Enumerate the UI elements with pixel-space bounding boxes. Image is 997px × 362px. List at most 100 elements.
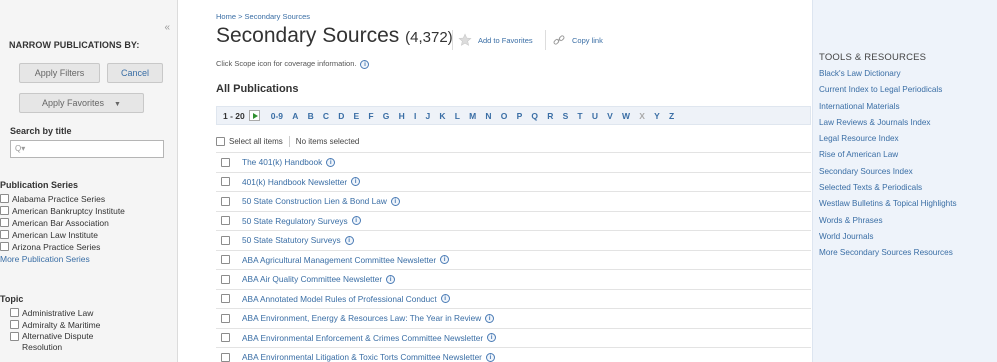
filter-checkbox[interactable] (0, 194, 9, 203)
row-checkbox[interactable] (221, 157, 230, 167)
publication-title-link[interactable]: ABA Air Quality Committee Newsletter (242, 274, 382, 284)
more-publication-series-link[interactable]: More Publication Series (0, 253, 170, 265)
info-icon[interactable]: i (386, 274, 396, 284)
tool-link[interactable]: Selected Texts & Periodicals (819, 183, 991, 194)
apply-favorites-dropdown[interactable]: Apply Favorites ▼ (19, 93, 144, 113)
info-icon[interactable]: i (390, 196, 400, 206)
copy-link-button[interactable]: Copy link (572, 36, 603, 45)
info-icon[interactable]: i (344, 235, 354, 245)
row-checkbox[interactable] (221, 235, 230, 245)
row-checkbox[interactable] (221, 216, 230, 226)
row-checkbox[interactable] (221, 196, 230, 206)
tool-link[interactable]: Westlaw Bulletins & Topical Highlights (819, 199, 991, 210)
tool-link[interactable]: Rise of American Law (819, 150, 991, 161)
info-icon[interactable]: i (485, 352, 495, 362)
publication-title-link[interactable]: The 401(k) Handbook (242, 157, 322, 167)
letter-filter-link[interactable]: Y (654, 111, 660, 121)
letter-filter-link[interactable]: O (501, 111, 508, 121)
letter-filter-link[interactable]: I (414, 111, 416, 121)
publication-title-link[interactable]: 401(k) Handbook Newsletter (242, 177, 347, 187)
info-icon[interactable]: i (440, 255, 450, 265)
publication-title-link[interactable]: ABA Annotated Model Rules of Professiona… (242, 294, 437, 304)
letter-filter-link[interactable]: T (577, 111, 582, 121)
tool-link[interactable]: World Journals (819, 232, 991, 243)
publication-title-link[interactable]: 50 State Statutory Surveys (242, 235, 341, 245)
filter-item-topic[interactable]: Admiralty & Maritime (0, 319, 170, 331)
letter-filter-link[interactable]: G (383, 111, 390, 121)
letter-filter-link[interactable]: U (592, 111, 598, 121)
tool-link[interactable]: Words & Phrases (819, 216, 991, 227)
letter-filter-link[interactable]: W (622, 111, 630, 121)
letter-filter-link[interactable]: F (368, 111, 373, 121)
link-icon[interactable] (552, 33, 566, 47)
filter-checkbox[interactable] (10, 308, 19, 317)
tool-link[interactable]: More Secondary Sources Resources (819, 248, 991, 259)
info-icon[interactable]: i (351, 177, 361, 187)
letter-filter-link[interactable]: D (338, 111, 344, 121)
letter-filter-link[interactable]: M (469, 111, 476, 121)
filter-checkbox[interactable] (10, 320, 19, 329)
filter-item-publication-series[interactable]: Arizona Practice Series (0, 241, 170, 253)
filter-item-topic[interactable]: Administrative Law (0, 307, 170, 319)
row-checkbox[interactable] (221, 294, 230, 304)
filter-checkbox[interactable] (0, 242, 9, 251)
filter-checkbox[interactable] (10, 332, 19, 341)
tool-link[interactable]: Black's Law Dictionary (819, 69, 991, 80)
publication-title-link[interactable]: 50 State Regulatory Surveys (242, 216, 348, 226)
info-icon[interactable]: i (326, 157, 336, 167)
tool-link[interactable]: Current Index to Legal Periodicals (819, 85, 991, 96)
tool-link[interactable]: International Materials (819, 102, 991, 113)
info-icon[interactable]: i (351, 216, 361, 226)
tool-link[interactable]: Secondary Sources Index (819, 167, 991, 178)
filter-item-publication-series[interactable]: American Bar Association (0, 217, 170, 229)
collapse-sidebar-icon[interactable]: « (164, 22, 170, 33)
letter-filter-link[interactable]: E (354, 111, 360, 121)
row-checkbox[interactable] (221, 255, 230, 265)
info-icon[interactable]: i (487, 333, 497, 343)
publication-title-link[interactable]: ABA Agricultural Management Committee Ne… (242, 255, 436, 265)
letter-filter-link[interactable]: C (323, 111, 329, 121)
letter-filter-link[interactable]: R (547, 111, 553, 121)
letter-filter-link[interactable]: H (399, 111, 405, 121)
filter-item-topic[interactable]: Alternative Dispute Resolution (0, 331, 170, 355)
letter-filter-link[interactable]: J (426, 111, 431, 121)
publication-title-link[interactable]: ABA Environmental Litigation & Toxic Tor… (242, 352, 482, 362)
filter-checkbox[interactable] (0, 206, 9, 215)
breadcrumb[interactable]: Home > Secondary Sources (216, 12, 310, 21)
tool-link[interactable]: Law Reviews & Journals Index (819, 118, 991, 129)
filter-item-publication-series[interactable]: American Bankruptcy Institute (0, 205, 170, 217)
row-checkbox[interactable] (221, 274, 230, 284)
letter-filter-link[interactable]: L (455, 111, 460, 121)
row-checkbox[interactable] (221, 352, 230, 362)
info-icon[interactable]: i (360, 59, 370, 69)
filter-item-publication-series[interactable]: American Law Institute (0, 229, 170, 241)
star-icon[interactable] (458, 33, 472, 47)
add-to-favorites-link[interactable]: Add to Favorites (478, 36, 533, 45)
row-checkbox[interactable] (221, 313, 230, 323)
tool-link[interactable]: Legal Resource Index (819, 134, 991, 145)
search-title-input[interactable]: Q▾ (10, 140, 164, 158)
apply-filters-button[interactable]: Apply Filters (19, 63, 100, 83)
next-page-button[interactable] (248, 110, 260, 121)
filter-checkbox[interactable] (0, 230, 9, 239)
select-all-checkbox[interactable] (216, 137, 225, 146)
publication-title-link[interactable]: ABA Environment, Energy & Resources Law:… (242, 313, 481, 323)
filter-item-publication-series[interactable]: Alabama Practice Series (0, 193, 170, 205)
info-icon[interactable]: i (485, 313, 495, 323)
filter-checkbox[interactable] (0, 218, 9, 227)
letter-filter-link[interactable]: V (607, 111, 613, 121)
letter-filter-link[interactable]: N (485, 111, 491, 121)
letter-filter-link[interactable]: 0-9 (271, 111, 283, 121)
row-checkbox[interactable] (221, 177, 230, 187)
letter-filter-link[interactable]: A (292, 111, 298, 121)
publication-title-link[interactable]: ABA Environmental Enforcement & Crimes C… (242, 333, 483, 343)
letter-filter-link[interactable]: Z (669, 111, 674, 121)
letter-filter-link[interactable]: Q (531, 111, 538, 121)
letter-filter-link[interactable]: P (517, 111, 523, 121)
info-icon[interactable]: i (440, 294, 450, 304)
cancel-button[interactable]: Cancel (107, 63, 163, 83)
publication-title-link[interactable]: 50 State Construction Lien & Bond Law (242, 196, 387, 206)
row-checkbox[interactable] (221, 333, 230, 343)
letter-filter-link[interactable]: B (308, 111, 314, 121)
letter-filter-link[interactable]: K (439, 111, 445, 121)
